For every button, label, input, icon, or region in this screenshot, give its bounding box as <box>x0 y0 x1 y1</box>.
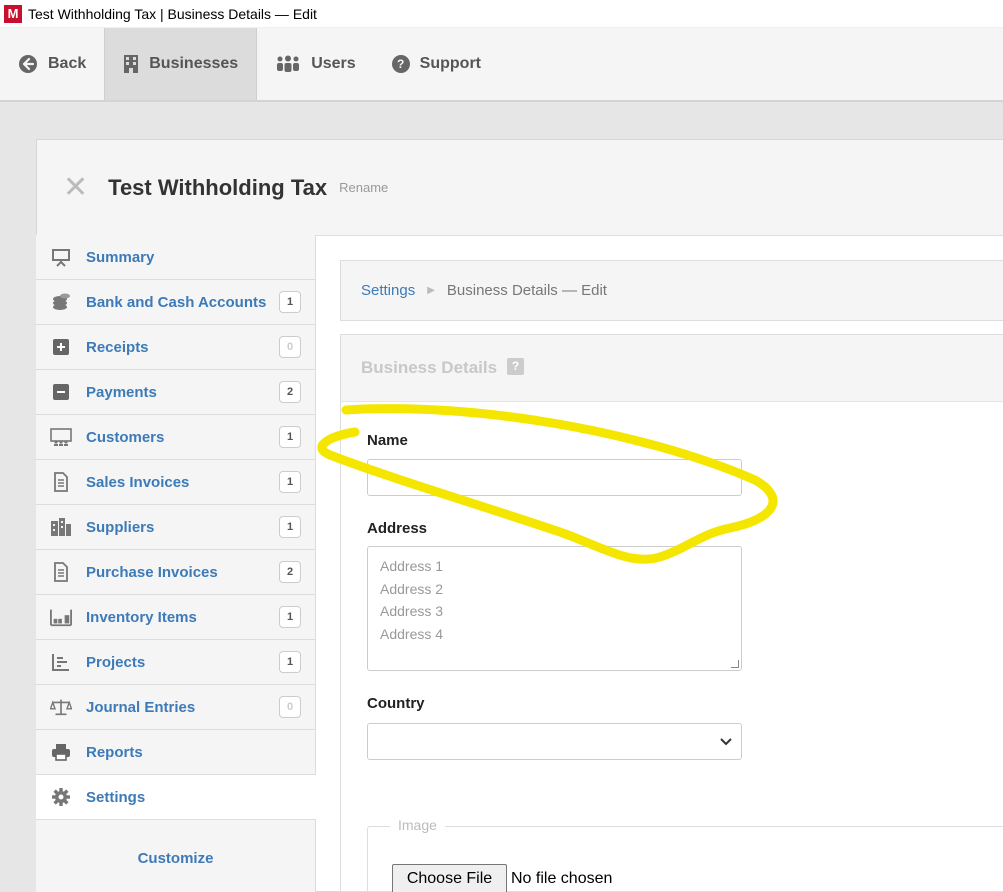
question-circle-icon: ? <box>391 55 410 73</box>
window-titlebar: M Test Withholding Tax | Business Detail… <box>0 0 1003 28</box>
breadcrumb-separator-icon: ▶ <box>427 285 435 296</box>
top-navigation: Back Businesses Users ? Support <box>0 28 1003 102</box>
sidebar-item-label: Payments <box>86 383 157 401</box>
count-badge: 1 <box>279 426 301 448</box>
nav-businesses[interactable]: Businesses <box>104 28 258 100</box>
inventory-icon <box>50 606 72 628</box>
sidebar-item-label: Receipts <box>86 338 149 356</box>
business-header: ✕ Test Withholding Tax Rename <box>37 140 1003 236</box>
sidebar-item-label: Bank and Cash Accounts <box>86 293 267 311</box>
sidebar-item-summary[interactable]: Summary <box>36 235 316 280</box>
rename-link[interactable]: Rename <box>339 180 388 195</box>
nav-support[interactable]: ? Support <box>374 28 499 100</box>
nav-back[interactable]: Back <box>0 28 104 100</box>
sidebar-item-projects[interactable]: Projects 1 <box>36 640 316 685</box>
help-icon[interactable]: ? <box>507 357 525 375</box>
sidebar-item-sales-invoices[interactable]: Sales Invoices 1 <box>36 460 316 505</box>
sidebar-item-label: Sales Invoices <box>86 473 190 491</box>
count-badge: 1 <box>279 651 301 673</box>
address-label: Address <box>367 520 428 537</box>
count-badge: 0 <box>279 696 301 718</box>
sidebar-item-label: Settings <box>86 788 146 806</box>
sidebar-item-label: Purchase Invoices <box>86 563 218 581</box>
nav-users-label: Users <box>311 55 356 72</box>
customize-link[interactable]: Customize <box>36 820 316 892</box>
users-icon <box>275 55 301 73</box>
image-legend: Image <box>390 817 445 833</box>
business-name: Test Withholding Tax <box>108 174 328 200</box>
customers-icon <box>50 426 72 448</box>
gear-icon <box>50 786 72 808</box>
address-placeholder-line: Address 4 <box>380 625 444 642</box>
address-placeholder-line: Address 2 <box>380 580 444 597</box>
count-badge: 1 <box>279 291 301 313</box>
count-badge: 1 <box>279 471 301 493</box>
sidebar-item-bank-and-cash-accounts[interactable]: Bank and Cash Accounts 1 <box>36 280 316 325</box>
address-placeholder-line: Address 3 <box>380 603 444 619</box>
nav-support-label: Support <box>419 55 481 72</box>
sidebar-item-label: Journal Entries <box>86 698 196 716</box>
country-label: Country <box>367 695 425 712</box>
projects-icon <box>50 651 72 673</box>
presentation-icon <box>50 246 72 268</box>
name-input[interactable] <box>367 459 742 496</box>
sidebar-item-suppliers[interactable]: Suppliers 1 <box>36 505 316 550</box>
count-badge: 2 <box>279 561 301 583</box>
sidebar-item-customers[interactable]: Customers 1 <box>36 415 316 460</box>
sidebar-item-label: Projects <box>86 653 146 671</box>
sidebar-item-journal-entries[interactable]: Journal Entries 0 <box>36 685 316 730</box>
window-title: Test Withholding Tax | Business Details … <box>28 5 317 22</box>
sidebar-item-purchase-invoices[interactable]: Purchase Invoices 2 <box>36 550 316 595</box>
sidebar-item-label: Inventory Items <box>86 608 197 626</box>
breadcrumb-settings-link[interactable]: Settings <box>361 282 415 299</box>
breadcrumb-current: Business Details — Edit <box>446 282 607 299</box>
address-placeholder-line: Address 1 <box>380 558 444 574</box>
scales-icon <box>50 696 72 718</box>
suppliers-icon <box>50 516 72 538</box>
count-badge: 1 <box>279 516 301 538</box>
nav-users[interactable]: Users <box>257 28 373 100</box>
nav-back-label: Back <box>48 55 87 72</box>
name-label: Name <box>367 432 408 449</box>
plus-square-icon <box>50 336 72 358</box>
sidebar-item-inventory-items[interactable]: Inventory Items 1 <box>36 595 316 640</box>
sidebar-item-receipts[interactable]: Receipts 0 <box>36 325 316 370</box>
form-header: Business Details ? <box>341 335 1003 402</box>
sidebar-item-label: Reports <box>86 743 143 761</box>
chevron-down-icon <box>720 738 732 746</box>
coins-icon <box>50 291 72 313</box>
building-icon <box>123 54 139 74</box>
nav-businesses-label: Businesses <box>149 55 239 72</box>
close-icon[interactable]: ✕ <box>63 172 88 203</box>
sidebar-item-label: Summary <box>86 248 155 266</box>
sidebar-item-settings[interactable]: Settings <box>36 775 316 820</box>
file-status-text: No file chosen <box>511 870 613 887</box>
sidebar: Summary Bank and Cash Accounts 1 Receipt… <box>36 235 316 820</box>
count-badge: 1 <box>279 606 301 628</box>
back-circle-icon <box>18 54 38 74</box>
document-icon <box>50 561 72 583</box>
resize-handle-icon[interactable] <box>731 660 739 668</box>
address-textarea[interactable]: Address 1 Address 2 Address 3 Address 4 <box>367 546 742 671</box>
app-logo-icon: M <box>4 4 22 23</box>
country-select[interactable] <box>367 723 742 760</box>
document-icon <box>50 471 72 493</box>
breadcrumb: Settings ▶ Business Details — Edit <box>340 260 1003 321</box>
count-badge: 0 <box>279 336 301 358</box>
sidebar-item-payments[interactable]: Payments 2 <box>36 370 316 415</box>
sidebar-item-label: Suppliers <box>86 518 155 536</box>
minus-square-icon <box>50 381 72 403</box>
form-title: Business Details <box>361 358 498 377</box>
count-badge: 2 <box>279 381 301 403</box>
choose-file-button[interactable]: Choose File <box>392 864 507 892</box>
sidebar-item-reports[interactable]: Reports <box>36 730 316 775</box>
printer-icon <box>50 741 72 763</box>
sidebar-item-label: Customers <box>86 428 165 446</box>
